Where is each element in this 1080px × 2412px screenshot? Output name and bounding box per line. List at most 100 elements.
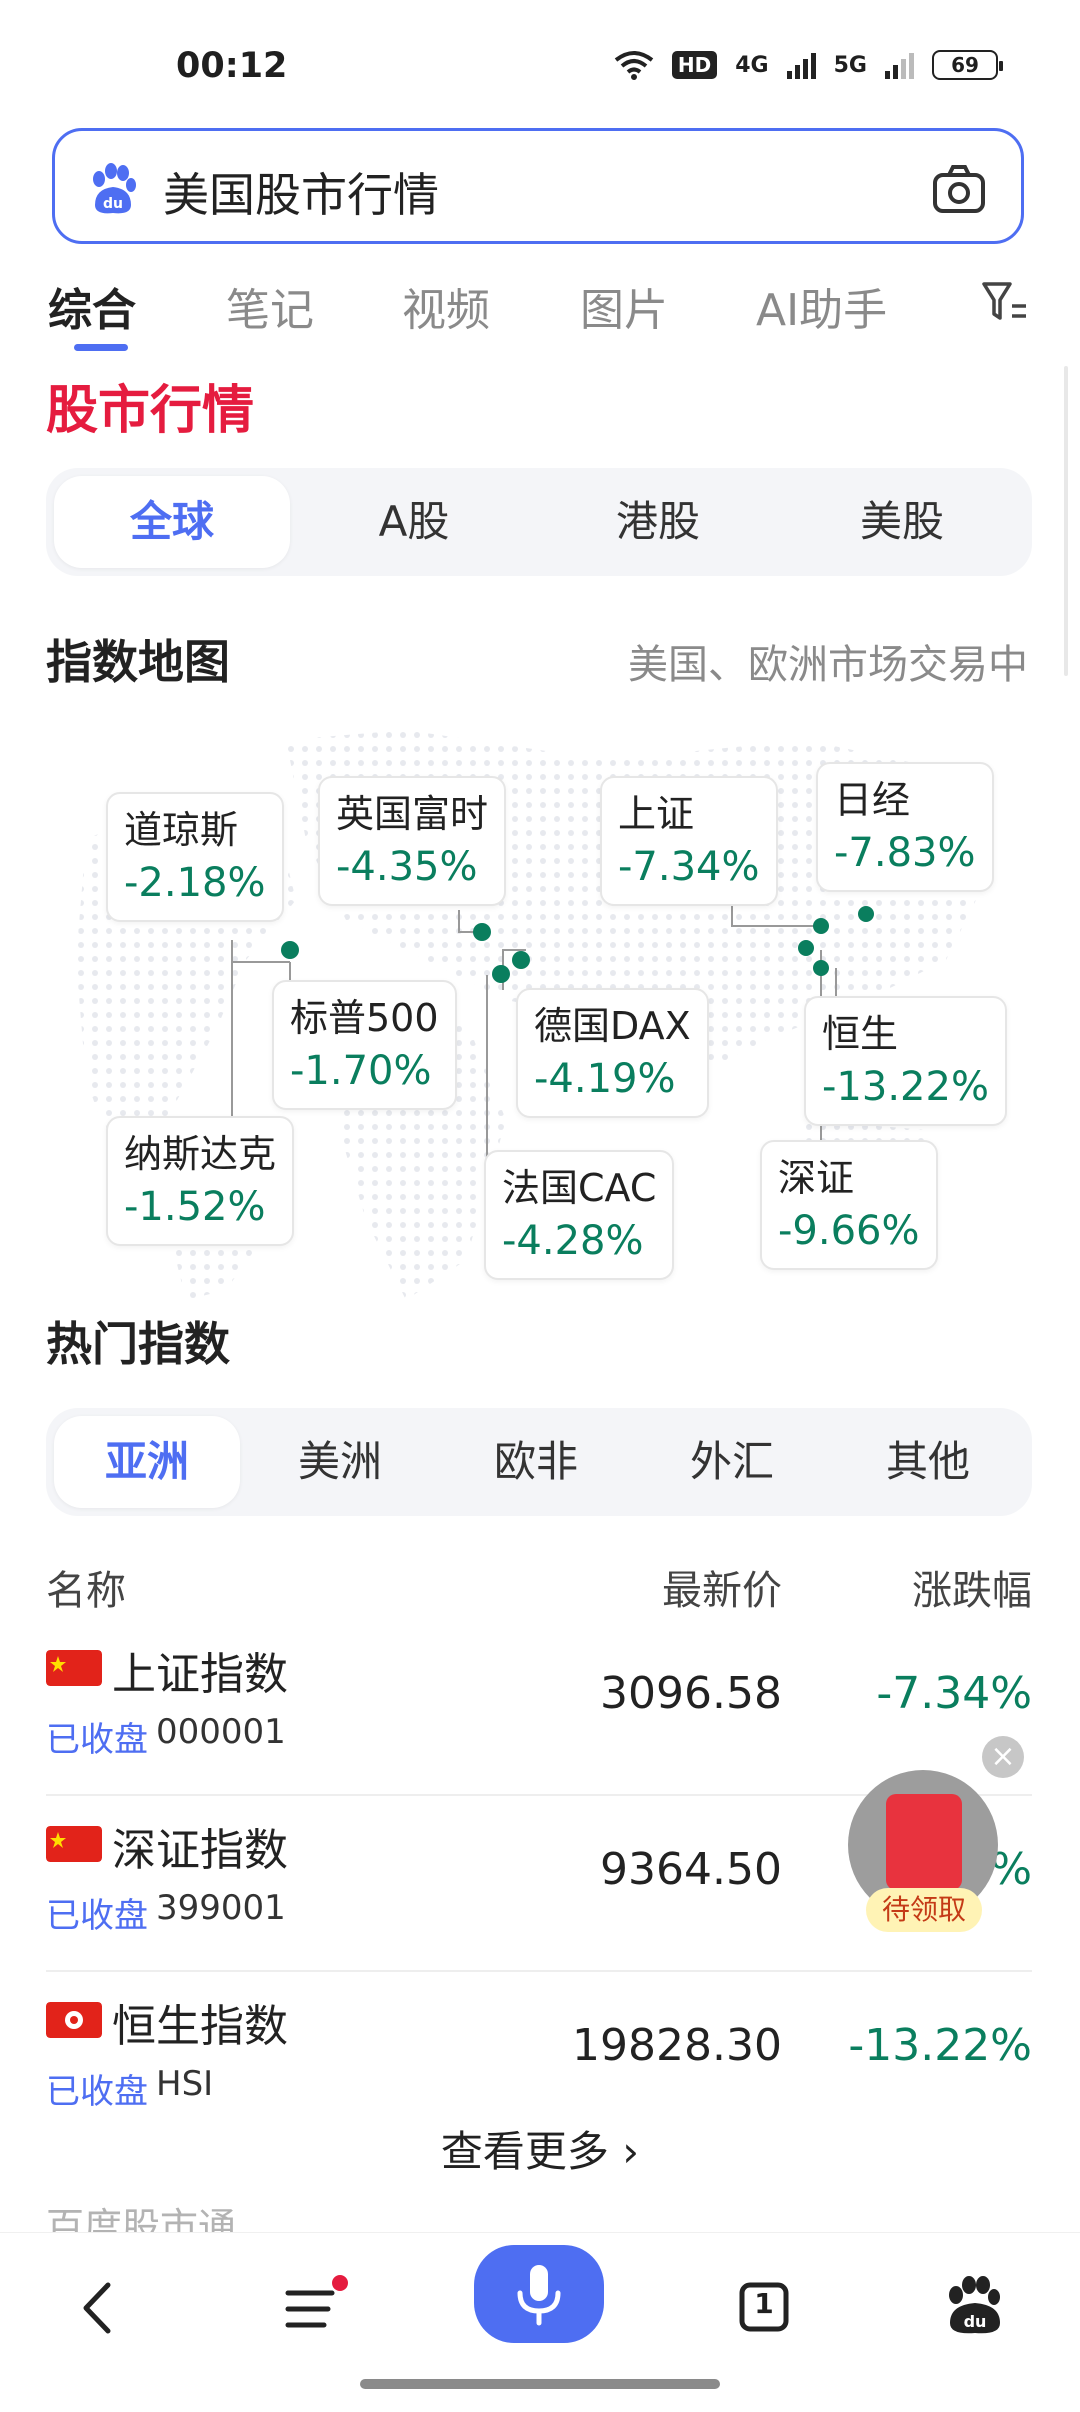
map-card-change: -1.70% [290, 1048, 432, 1094]
index-map-title: 指数地图 [46, 635, 230, 689]
red-packet-widget[interactable]: 待领取 [848, 1770, 998, 1940]
market-closed-label: 已收盘 [46, 1720, 148, 1760]
view-more-link[interactable]: 查看更多 › [0, 2118, 1080, 2179]
voice-search-button[interactable] [474, 2245, 604, 2343]
market-tab-global[interactable]: 全球 [54, 476, 290, 568]
menu-icon[interactable] [268, 2263, 358, 2353]
filter-icon[interactable] [980, 278, 1028, 326]
index-map: 道琼斯 -2.18% 英国富时 -4.35% 上证 -7.34% 日经 -7.8… [46, 700, 1036, 1320]
map-card-name: 恒生 [822, 1012, 899, 1056]
market-tab-us[interactable]: 美股 [780, 468, 1024, 576]
signal-icon [786, 51, 816, 79]
index-change: -7.34% [876, 1668, 1032, 1719]
map-card-change: -13.22% [822, 1064, 989, 1110]
region-tab-forex[interactable]: 外汇 [634, 1408, 830, 1516]
map-card-name: 道琼斯 [124, 808, 239, 852]
tab-all[interactable]: 综合 [48, 274, 136, 338]
svg-text:du: du [103, 196, 123, 212]
net1-label: 4G [735, 52, 769, 78]
hong-kong-flag-icon [46, 2002, 102, 2038]
map-card-shenzhen[interactable]: 深证 -9.66% [760, 1140, 938, 1270]
index-price: 3096.58 [600, 1668, 782, 1719]
index-change: -13.22% [848, 2020, 1032, 2071]
map-card-nikkei[interactable]: 日经 -7.83% [816, 762, 994, 892]
map-card-name: 上证 [618, 792, 695, 836]
col-name: 名称 [46, 1568, 126, 1614]
search-bar[interactable]: du 美国股市行情 [52, 128, 1024, 244]
svg-text:du: du [964, 2312, 987, 2331]
market-tab-a-share[interactable]: A股 [292, 468, 536, 576]
region-tab-americas[interactable]: 美洲 [242, 1408, 438, 1516]
map-card-change: -7.83% [834, 830, 976, 876]
section-title: 股市行情 [46, 381, 255, 441]
index-name: 上证指数 [112, 1649, 288, 1700]
home-indicator[interactable] [360, 2379, 720, 2389]
baidu-home-icon[interactable]: du [930, 2263, 1020, 2353]
tabs-button[interactable]: 1 [718, 2263, 808, 2353]
baidu-paw-icon: du [93, 163, 136, 214]
map-card-name: 英国富时 [336, 792, 489, 836]
map-card-dax[interactable]: 德国DAX -4.19% [516, 988, 709, 1118]
index-price: 9364.50 [600, 1844, 782, 1895]
region-segment: 亚洲 美洲 欧非 外汇 其他 [46, 1408, 1032, 1516]
tabs-count: 1 [754, 2287, 774, 2320]
map-card-change: -2.18% [124, 860, 266, 906]
map-card-name: 纳斯达克 [124, 1132, 277, 1176]
map-card-name: 德国DAX [534, 1004, 691, 1048]
index-code: HSI [156, 2064, 214, 2104]
scrollbar[interactable] [1064, 366, 1068, 676]
result-tabs: 综合 笔记 视频 图片 AI助手 [0, 268, 1080, 351]
map-card-nasdaq[interactable]: 纳斯达克 -1.52% [106, 1116, 295, 1246]
red-envelope-icon [886, 1794, 962, 1890]
map-card-cac[interactable]: 法国CAC -4.28% [484, 1150, 675, 1280]
map-card-shanghai[interactable]: 上证 -7.34% [600, 776, 778, 906]
map-card-dow-jones[interactable]: 道琼斯 -2.18% [106, 792, 284, 922]
market-closed-label: 已收盘 [46, 2072, 148, 2112]
tab-images[interactable]: 图片 [580, 274, 668, 338]
battery-icon: 69 [932, 50, 1003, 80]
market-closed-label: 已收盘 [46, 1896, 148, 1936]
map-card-change: -1.52% [124, 1184, 266, 1230]
red-packet-label: 待领取 [866, 1888, 982, 1932]
map-card-name: 法国CAC [502, 1166, 657, 1210]
tab-ai-assistant[interactable]: AI助手 [756, 274, 887, 338]
camera-icon[interactable] [931, 161, 987, 217]
map-card-ftse[interactable]: 英国富时 -4.35% [318, 776, 507, 906]
hd-badge: HD [671, 51, 718, 79]
map-card-change: -4.28% [502, 1218, 644, 1264]
map-card-sp500[interactable]: 标普500 -1.70% [272, 980, 457, 1110]
map-card-change: -4.19% [534, 1056, 676, 1102]
status-bar: 00:12 HD 4G 5G 69 [0, 0, 1080, 110]
active-tab-indicator [74, 344, 128, 351]
col-price: 最新价 [662, 1568, 782, 1614]
index-name: 恒生指数 [112, 2001, 288, 2052]
region-tab-other[interactable]: 其他 [830, 1408, 1026, 1516]
status-icons: HD 4G 5G 69 [614, 50, 1003, 80]
index-name: 深证指数 [112, 1825, 288, 1876]
map-card-change: -7.34% [618, 844, 760, 890]
map-card-change: -9.66% [778, 1208, 920, 1254]
tab-video[interactable]: 视频 [402, 274, 490, 338]
market-tab-hk[interactable]: 港股 [536, 468, 780, 576]
region-tab-asia[interactable]: 亚洲 [54, 1416, 240, 1508]
map-card-change: -4.35% [336, 844, 478, 890]
col-change: 涨跌幅 [912, 1568, 1032, 1614]
map-card-name: 日经 [834, 778, 911, 822]
index-price: 19828.30 [572, 2020, 782, 2071]
wifi-icon [614, 51, 654, 80]
market-segment: 全球 A股 港股 美股 [46, 468, 1032, 576]
map-card-name: 标普500 [290, 996, 439, 1040]
map-card-name: 深证 [778, 1156, 855, 1200]
china-flag-icon [46, 1650, 102, 1686]
bottom-nav: 1 du [0, 2232, 1080, 2412]
search-query[interactable]: 美国股市行情 [163, 159, 439, 225]
back-icon[interactable] [56, 2263, 146, 2353]
china-flag-icon [46, 1826, 102, 1862]
index-code: 399001 [156, 1888, 286, 1928]
market-status: 美国、欧洲市场交易中 [628, 642, 1028, 688]
microphone-icon [517, 2265, 561, 2326]
index-code: 000001 [156, 1712, 286, 1752]
map-card-hang-seng[interactable]: 恒生 -13.22% [804, 996, 1007, 1126]
region-tab-europe-africa[interactable]: 欧非 [438, 1408, 634, 1516]
tab-notes[interactable]: 笔记 [226, 274, 314, 338]
